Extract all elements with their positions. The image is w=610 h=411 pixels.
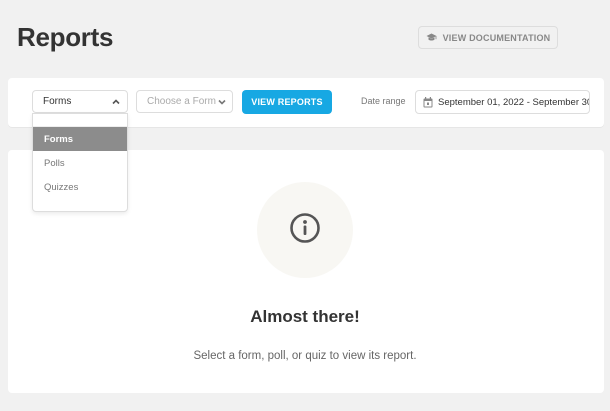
calendar-icon [423, 96, 433, 108]
chevron-down-icon [217, 97, 227, 110]
dropdown-option-polls[interactable]: Polls [33, 151, 127, 175]
chevron-up-icon [111, 97, 121, 110]
dropdown-option-forms[interactable]: Forms [33, 127, 127, 151]
empty-state-message: Select a form, poll, or quiz to view its… [193, 350, 417, 362]
date-range-value: September 01, 2022 - September 30, 2022 [438, 96, 589, 108]
date-range-input[interactable]: September 01, 2022 - September 30, 2022 [415, 90, 590, 114]
report-type-dropdown: Forms Polls Quizzes [32, 113, 128, 212]
form-select[interactable]: Choose a Form [136, 90, 233, 113]
report-type-value: Forms [43, 96, 72, 107]
report-type-select[interactable]: Forms [32, 90, 128, 113]
dropdown-option-quizzes[interactable]: Quizzes [33, 175, 127, 199]
empty-state-title: Almost there! [250, 307, 360, 326]
view-documentation-button[interactable]: VIEW DOCUMENTATION [418, 26, 558, 49]
info-icon [289, 212, 321, 249]
view-reports-button[interactable]: VIEW REPORTS [242, 90, 332, 114]
info-illustration [257, 182, 353, 278]
graduation-cap-icon [426, 33, 437, 42]
page-title: Reports [17, 22, 114, 52]
form-select-placeholder: Choose a Form [147, 96, 216, 107]
dropdown-search-field[interactable] [33, 114, 127, 127]
date-range-label: Date range [361, 96, 406, 106]
view-documentation-label: VIEW DOCUMENTATION [442, 32, 551, 43]
